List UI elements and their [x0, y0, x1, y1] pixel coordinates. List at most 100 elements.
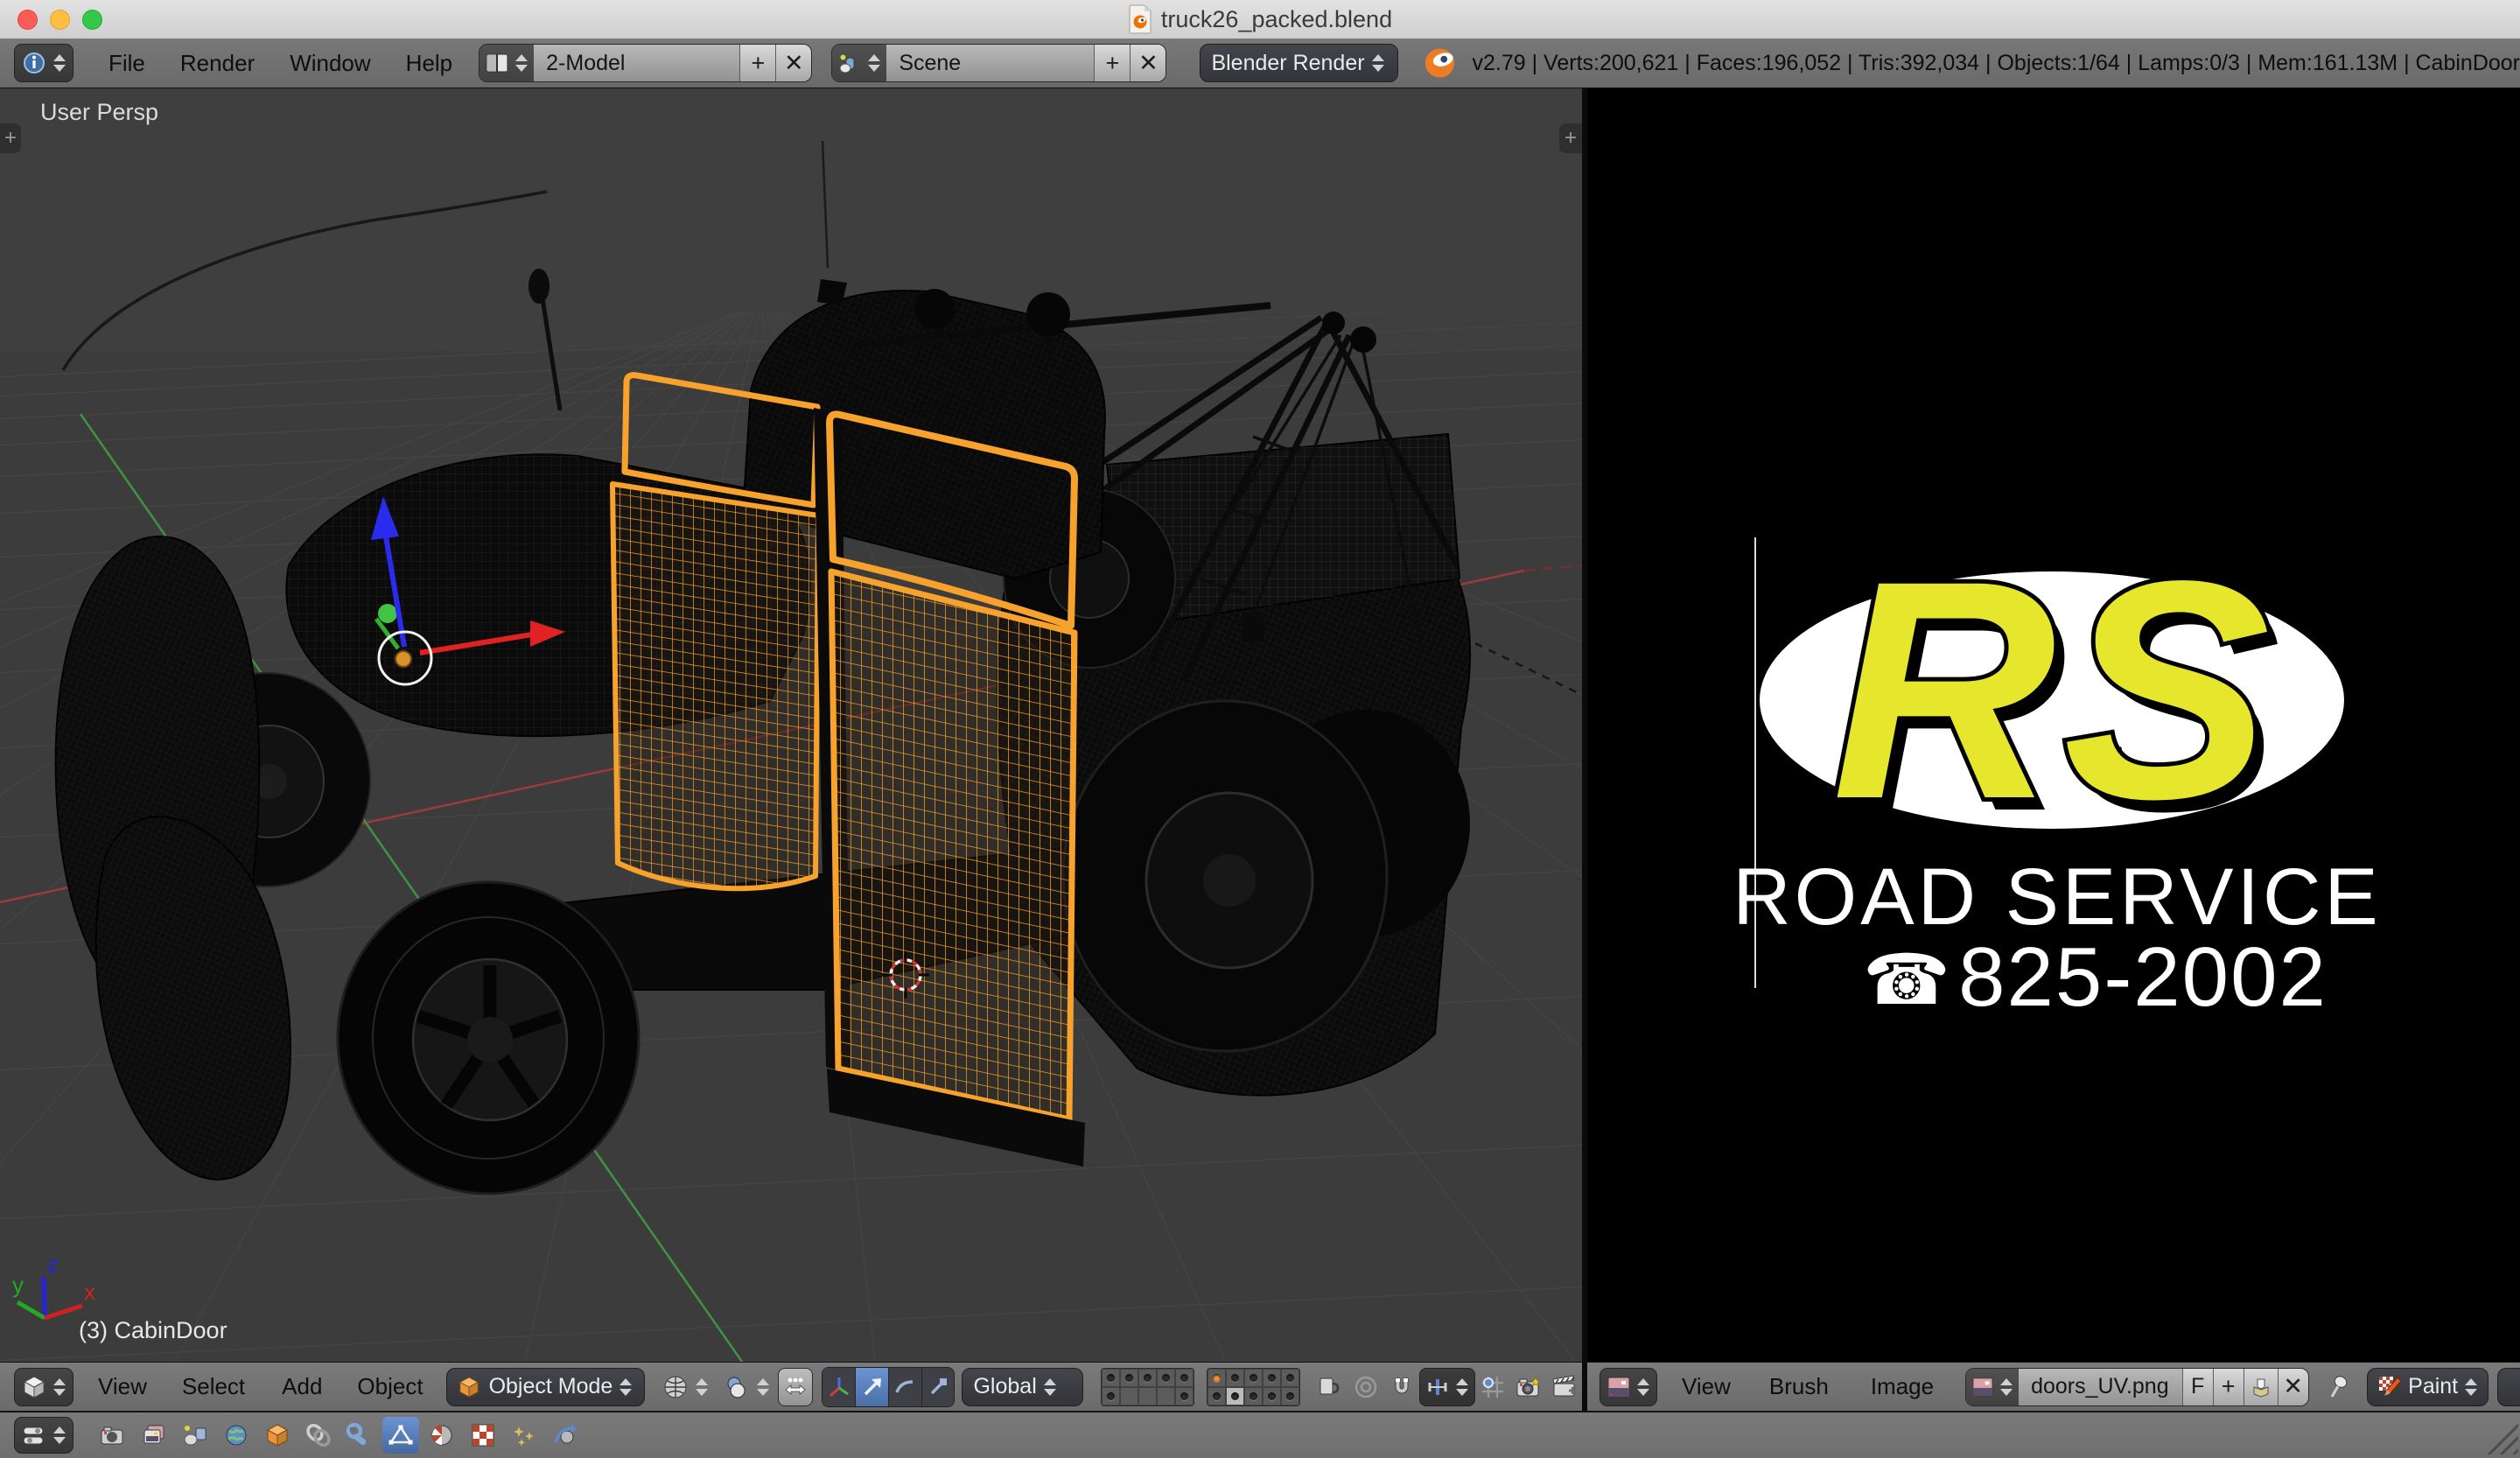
- uv-image-editor[interactable]: RS RS ROAD SERVICE ☎ 825-2002: [1587, 88, 2520, 1362]
- image-editor-header: View Brush Image doors_UV.png F +: [1587, 1362, 2520, 1411]
- screen-layout-add-button[interactable]: +: [739, 45, 775, 81]
- pack-image-button[interactable]: [2244, 1369, 2278, 1405]
- manipulator-axes-button[interactable]: [822, 1368, 856, 1406]
- menu-image[interactable]: Image: [1871, 1373, 1934, 1400]
- object-mode-icon: [458, 1376, 480, 1398]
- menu-add[interactable]: Add: [282, 1373, 322, 1400]
- render-engine-label: Blender Render: [1211, 51, 1364, 76]
- tab-particles[interactable]: [506, 1417, 542, 1454]
- pin-icon: [2328, 1375, 2350, 1399]
- editor-type-selector-3dview[interactable]: [14, 1368, 74, 1406]
- tab-texture[interactable]: [465, 1417, 501, 1454]
- scene-arrows: [868, 54, 880, 72]
- opengl-render-image-button[interactable]: [1511, 1368, 1547, 1406]
- menu-file[interactable]: File: [108, 50, 145, 77]
- image-datablock-icon-part[interactable]: [1966, 1369, 2019, 1405]
- tab-constraints[interactable]: [300, 1417, 337, 1454]
- layers-group-2[interactable]: [1207, 1368, 1300, 1406]
- orientation-label: Global: [973, 1374, 1036, 1399]
- image-datablock: doors_UV.png F + ✕: [1965, 1368, 2309, 1406]
- manipulator-translate-button[interactable]: [856, 1368, 889, 1406]
- screen-layout-icon-part[interactable]: [480, 45, 534, 81]
- render-engine-arrows: [1372, 54, 1384, 72]
- front-near-wheel: [338, 882, 639, 1194]
- render-engine-dropdown[interactable]: Blender Render: [1200, 44, 1397, 82]
- manipulator-rotate-button[interactable]: [889, 1368, 922, 1406]
- menu-render[interactable]: Render: [180, 50, 255, 77]
- manipulator-toggle-button[interactable]: [778, 1368, 814, 1406]
- snap-element-dropdown[interactable]: [1419, 1368, 1475, 1406]
- menu-help[interactable]: Help: [406, 50, 452, 77]
- axis-z-label: z: [47, 1251, 59, 1277]
- pin-image-button[interactable]: [2323, 1368, 2355, 1406]
- screen-layout-datablock: 2-Model + ✕: [479, 44, 812, 82]
- viewport-shading-dropdown[interactable]: [655, 1368, 715, 1406]
- image-editor-icon: [1607, 1377, 1630, 1398]
- scene-tab-icon: [182, 1423, 208, 1447]
- image-datablock-icon: [1972, 1377, 1993, 1398]
- opengl-render-animation-button[interactable]: [1546, 1368, 1582, 1406]
- menu-select[interactable]: Select: [182, 1373, 245, 1400]
- scene-name[interactable]: Scene: [886, 45, 1094, 81]
- roof-spotlight: [914, 289, 955, 329]
- scene-add-button[interactable]: +: [1094, 45, 1130, 81]
- snap-target-icon: [1480, 1375, 1505, 1399]
- transform-orientation-dropdown[interactable]: Global: [962, 1368, 1082, 1406]
- logo-initials: RS: [1831, 517, 2277, 864]
- window-title: truck26_packed.blend: [1161, 6, 1392, 33]
- tab-scene[interactable]: [177, 1417, 214, 1454]
- screen-layout-name[interactable]: 2-Model: [534, 45, 739, 81]
- properties-expand-button[interactable]: +: [1559, 123, 1582, 153]
- image-name-field[interactable]: doors_UV.png: [2019, 1369, 2182, 1405]
- phone-icon: ☎: [1863, 941, 1950, 1019]
- info-editor-header: File Render Window Help 2-Model + ✕: [0, 39, 2520, 88]
- menu-view[interactable]: View: [98, 1373, 147, 1400]
- scene-icon-part[interactable]: [832, 45, 886, 81]
- traffic-lights: [18, 0, 102, 39]
- tab-object-data[interactable]: [382, 1417, 419, 1454]
- close-window-button[interactable]: [18, 10, 38, 30]
- zoom-window-button[interactable]: [82, 10, 102, 30]
- unlink-image-button[interactable]: ✕: [2278, 1369, 2308, 1405]
- snap-toggle-button[interactable]: [1383, 1368, 1419, 1406]
- manipulator-scale-button[interactable]: [922, 1368, 955, 1406]
- tab-render[interactable]: [94, 1417, 131, 1454]
- new-image-button[interactable]: +: [2213, 1369, 2244, 1405]
- scene-delete-button[interactable]: ✕: [1130, 45, 1166, 81]
- editor-type-selector-image[interactable]: [1600, 1368, 1657, 1406]
- viewport-header: View Select Add Object Object Mode: [0, 1362, 1582, 1411]
- proportional-edit-button[interactable]: [1348, 1368, 1384, 1406]
- editor-type-selector-info[interactable]: [14, 44, 74, 82]
- tab-world[interactable]: [218, 1417, 255, 1454]
- menu-brush[interactable]: Brush: [1769, 1373, 1829, 1400]
- toolshelf-expand-button[interactable]: +: [0, 123, 21, 153]
- mode-dropdown[interactable]: Object Mode: [446, 1368, 646, 1406]
- tab-modifiers[interactable]: [341, 1417, 378, 1454]
- tab-physics[interactable]: [547, 1417, 584, 1454]
- editor-type-selector-properties[interactable]: [14, 1417, 74, 1454]
- screen-layout-arrows: [515, 54, 528, 72]
- constraints-tab-icon: [305, 1423, 332, 1447]
- menu-window[interactable]: Window: [290, 50, 370, 77]
- window-title-group: truck26_packed.blend: [1128, 4, 1392, 34]
- clipped-header-button[interactable]: [2497, 1368, 2520, 1406]
- magnet-icon: [1390, 1375, 1414, 1399]
- screen-layout-icon: [486, 53, 508, 73]
- layers-group-1[interactable]: [1101, 1368, 1194, 1406]
- menu-image-view[interactable]: View: [1682, 1373, 1731, 1400]
- lock-to-scene-button[interactable]: [1312, 1368, 1348, 1406]
- tab-material[interactable]: [424, 1417, 460, 1454]
- minimize-window-button[interactable]: [50, 10, 70, 30]
- material-tab-icon: [429, 1423, 455, 1447]
- tab-render-layers[interactable]: [136, 1417, 172, 1454]
- menu-object[interactable]: Object: [357, 1373, 423, 1400]
- image-mode-dropdown[interactable]: Paint: [2367, 1368, 2488, 1406]
- screen-layout-delete-button[interactable]: ✕: [775, 45, 811, 81]
- 3d-viewport[interactable]: z y x User Persp (3) CabinDoor + +: [0, 88, 1582, 1362]
- pivot-point-dropdown[interactable]: [715, 1368, 778, 1406]
- manipulator-mode-group: [822, 1367, 955, 1407]
- tab-object[interactable]: [259, 1417, 296, 1454]
- properties-editor-icon: [22, 1424, 46, 1447]
- snap-target-button[interactable]: [1475, 1368, 1511, 1406]
- fake-user-button[interactable]: F: [2182, 1369, 2213, 1405]
